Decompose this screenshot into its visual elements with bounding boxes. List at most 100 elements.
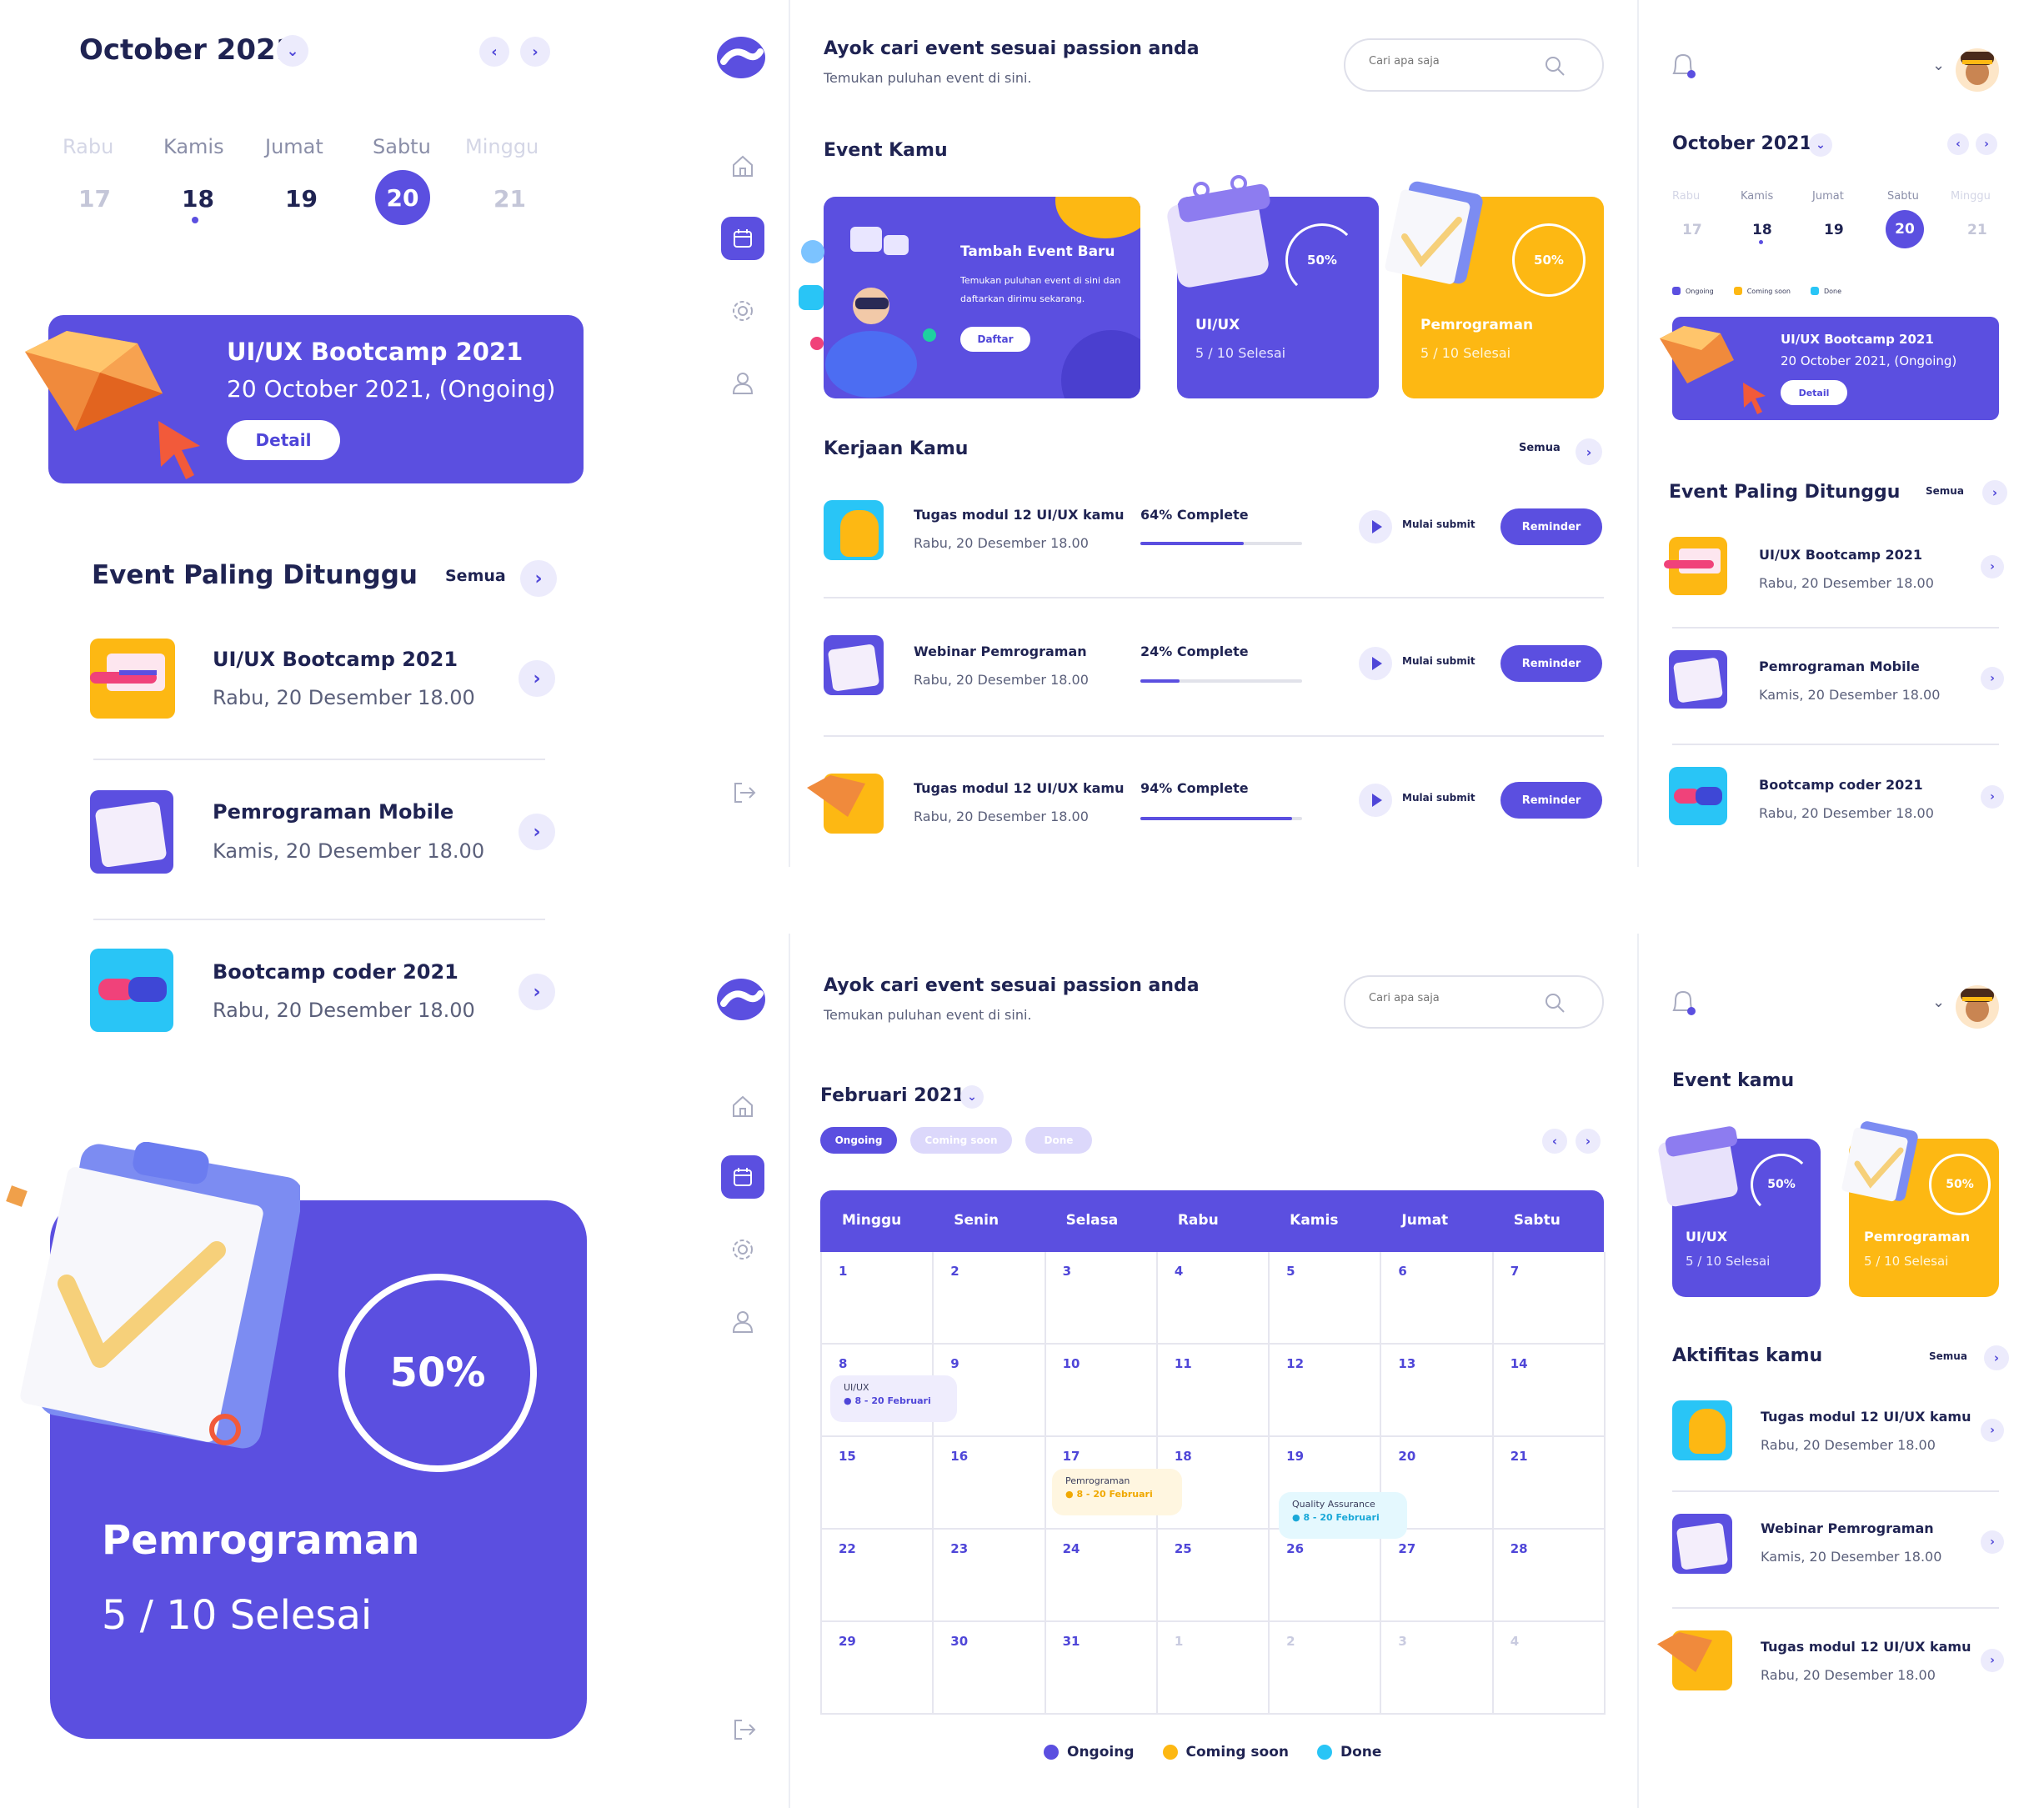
calendar-nav-icon[interactable] xyxy=(721,1155,764,1199)
calendar-day-cell[interactable]: 13 xyxy=(1381,1345,1494,1437)
see-all-link[interactable]: Semua xyxy=(1929,1350,1967,1362)
app-logo[interactable] xyxy=(715,35,767,80)
see-all-arrow[interactable]: › xyxy=(1982,480,2007,505)
calendar-day-cell[interactable]: 12 xyxy=(1270,1345,1382,1437)
day-number[interactable]: 21 xyxy=(1967,222,1987,238)
calendar-day-cell[interactable]: 23 xyxy=(934,1530,1046,1622)
chevron-down-icon[interactable]: ⌄ xyxy=(1809,133,1832,157)
filter-coming-soon[interactable]: Coming soon xyxy=(910,1127,1012,1154)
calendar-day-cell[interactable]: 3 xyxy=(1381,1622,1494,1715)
user-icon[interactable] xyxy=(725,1304,760,1339)
day-number[interactable]: 17 xyxy=(78,185,111,213)
calendar-event-ongoing[interactable]: UI/UX ● 8 - 20 Februari xyxy=(830,1375,957,1422)
calendar-day-cell[interactable]: 24 xyxy=(1045,1530,1158,1622)
calendar-day-cell[interactable]: 27 xyxy=(1381,1530,1494,1622)
filter-done[interactable]: Done xyxy=(1025,1127,1092,1154)
play-icon[interactable] xyxy=(1359,784,1392,817)
calendar-day-cell[interactable]: 29 xyxy=(822,1622,934,1715)
see-all-link[interactable]: Semua xyxy=(445,567,506,585)
calendar-day-cell[interactable]: 2 xyxy=(1270,1622,1382,1715)
user-icon[interactable] xyxy=(725,365,760,400)
calendar-day-cell[interactable]: 16 xyxy=(934,1437,1046,1530)
prev-week-button[interactable]: ‹ xyxy=(479,37,509,67)
event-arrow[interactable]: › xyxy=(519,660,555,697)
search-icon[interactable] xyxy=(1544,992,1566,1014)
calendar-day-cell[interactable]: 5 xyxy=(1270,1252,1382,1345)
day-number[interactable]: 18 xyxy=(182,185,214,213)
calendar-event-coming[interactable]: Pemrograman ● 8 - 20 Februari xyxy=(1052,1469,1182,1515)
next-week-button[interactable]: › xyxy=(520,37,550,67)
calendar-day-cell[interactable]: 10 xyxy=(1045,1345,1158,1437)
calendar-day-cell[interactable]: 21 xyxy=(1493,1437,1606,1530)
day-number[interactable]: 19 xyxy=(1824,222,1844,238)
app-logo[interactable] xyxy=(715,977,767,1022)
submit-link[interactable]: Mulai submit xyxy=(1402,518,1475,530)
search-input[interactable] xyxy=(1369,55,1536,68)
calendar-day-cell[interactable]: 3 xyxy=(1045,1252,1158,1345)
selected-day[interactable]: 20 xyxy=(375,170,430,225)
selected-day[interactable]: 20 xyxy=(1886,210,1924,248)
search-box[interactable] xyxy=(1344,975,1604,1029)
gear-icon[interactable] xyxy=(725,1232,760,1267)
next-month-button[interactable]: › xyxy=(1576,1129,1601,1154)
activity-arrow[interactable]: › xyxy=(1981,1649,2004,1672)
avatar[interactable] xyxy=(1956,48,1999,92)
submit-link[interactable]: Mulai submit xyxy=(1402,792,1475,804)
event-arrow[interactable]: › xyxy=(519,814,555,850)
calendar-day-cell[interactable]: 1 xyxy=(822,1252,934,1345)
day-number[interactable]: 17 xyxy=(1682,222,1702,238)
calendar-day-cell[interactable]: 22 xyxy=(822,1530,934,1622)
chevron-down-icon[interactable]: ⌄ xyxy=(1932,994,1945,1011)
reminder-button[interactable]: Reminder xyxy=(1500,782,1602,819)
calendar-day-cell[interactable]: 14 xyxy=(1493,1345,1606,1437)
calendar-day-cell[interactable]: 4 xyxy=(1157,1252,1270,1345)
calendar-day-cell[interactable]: 15 xyxy=(822,1437,934,1530)
register-button[interactable]: Daftar xyxy=(960,327,1030,352)
prev-week-button[interactable]: ‹ xyxy=(1947,133,1969,155)
see-all-arrow[interactable]: › xyxy=(520,560,557,597)
reminder-button[interactable]: Reminder xyxy=(1500,645,1602,682)
day-number[interactable]: 19 xyxy=(285,185,318,213)
day-number[interactable]: 21 xyxy=(493,185,526,213)
calendar-day-cell[interactable]: 26 xyxy=(1270,1530,1382,1622)
detail-button[interactable]: Detail xyxy=(1781,380,1847,405)
home-icon[interactable] xyxy=(725,148,760,183)
chevron-down-icon[interactable]: ⌄ xyxy=(1932,57,1945,74)
calendar-day-cell[interactable]: 7 xyxy=(1493,1252,1606,1345)
day-number[interactable]: 18 xyxy=(1752,222,1772,238)
event-arrow[interactable]: › xyxy=(519,974,555,1010)
activity-arrow[interactable]: › xyxy=(1981,1530,2004,1554)
activity-arrow[interactable]: › xyxy=(1981,1419,2004,1442)
chevron-down-icon[interactable]: ⌄ xyxy=(960,1085,984,1109)
calendar-event-done[interactable]: Quality Assurance ● 8 - 20 Februari xyxy=(1279,1492,1407,1539)
detail-button[interactable]: Detail xyxy=(227,420,340,460)
calendar-day-cell[interactable]: 11 xyxy=(1157,1345,1270,1437)
logout-icon[interactable] xyxy=(727,1712,762,1747)
search-box[interactable] xyxy=(1344,38,1604,92)
play-icon[interactable] xyxy=(1359,647,1392,680)
event-arrow[interactable]: › xyxy=(1981,667,2004,690)
next-week-button[interactable]: › xyxy=(1976,133,1997,155)
see-all-arrow[interactable]: › xyxy=(1984,1345,2009,1370)
play-icon[interactable] xyxy=(1359,510,1392,543)
prev-month-button[interactable]: ‹ xyxy=(1542,1129,1567,1154)
bell-icon[interactable] xyxy=(1669,50,1699,83)
calendar-day-cell[interactable]: 25 xyxy=(1157,1530,1270,1622)
search-input[interactable] xyxy=(1369,992,1536,1004)
logout-icon[interactable] xyxy=(727,775,762,810)
chevron-down-icon[interactable]: ⌄ xyxy=(277,35,308,67)
gear-icon[interactable] xyxy=(725,293,760,328)
event-arrow[interactable]: › xyxy=(1981,555,2004,578)
see-all-link[interactable]: Semua xyxy=(1519,442,1561,454)
calendar-day-cell[interactable]: 31 xyxy=(1045,1622,1158,1715)
calendar-day-cell[interactable]: 4 xyxy=(1493,1622,1606,1715)
filter-ongoing[interactable]: Ongoing xyxy=(820,1127,897,1154)
see-all-link[interactable]: Semua xyxy=(1926,485,1964,497)
calendar-day-cell[interactable]: 2 xyxy=(934,1252,1046,1345)
see-all-arrow[interactable]: › xyxy=(1576,438,1602,465)
event-arrow[interactable]: › xyxy=(1981,785,2004,809)
calendar-nav-icon[interactable] xyxy=(721,217,764,260)
calendar-day-cell[interactable]: 6 xyxy=(1381,1252,1494,1345)
bell-icon[interactable] xyxy=(1669,987,1699,1020)
home-icon[interactable] xyxy=(725,1089,760,1124)
